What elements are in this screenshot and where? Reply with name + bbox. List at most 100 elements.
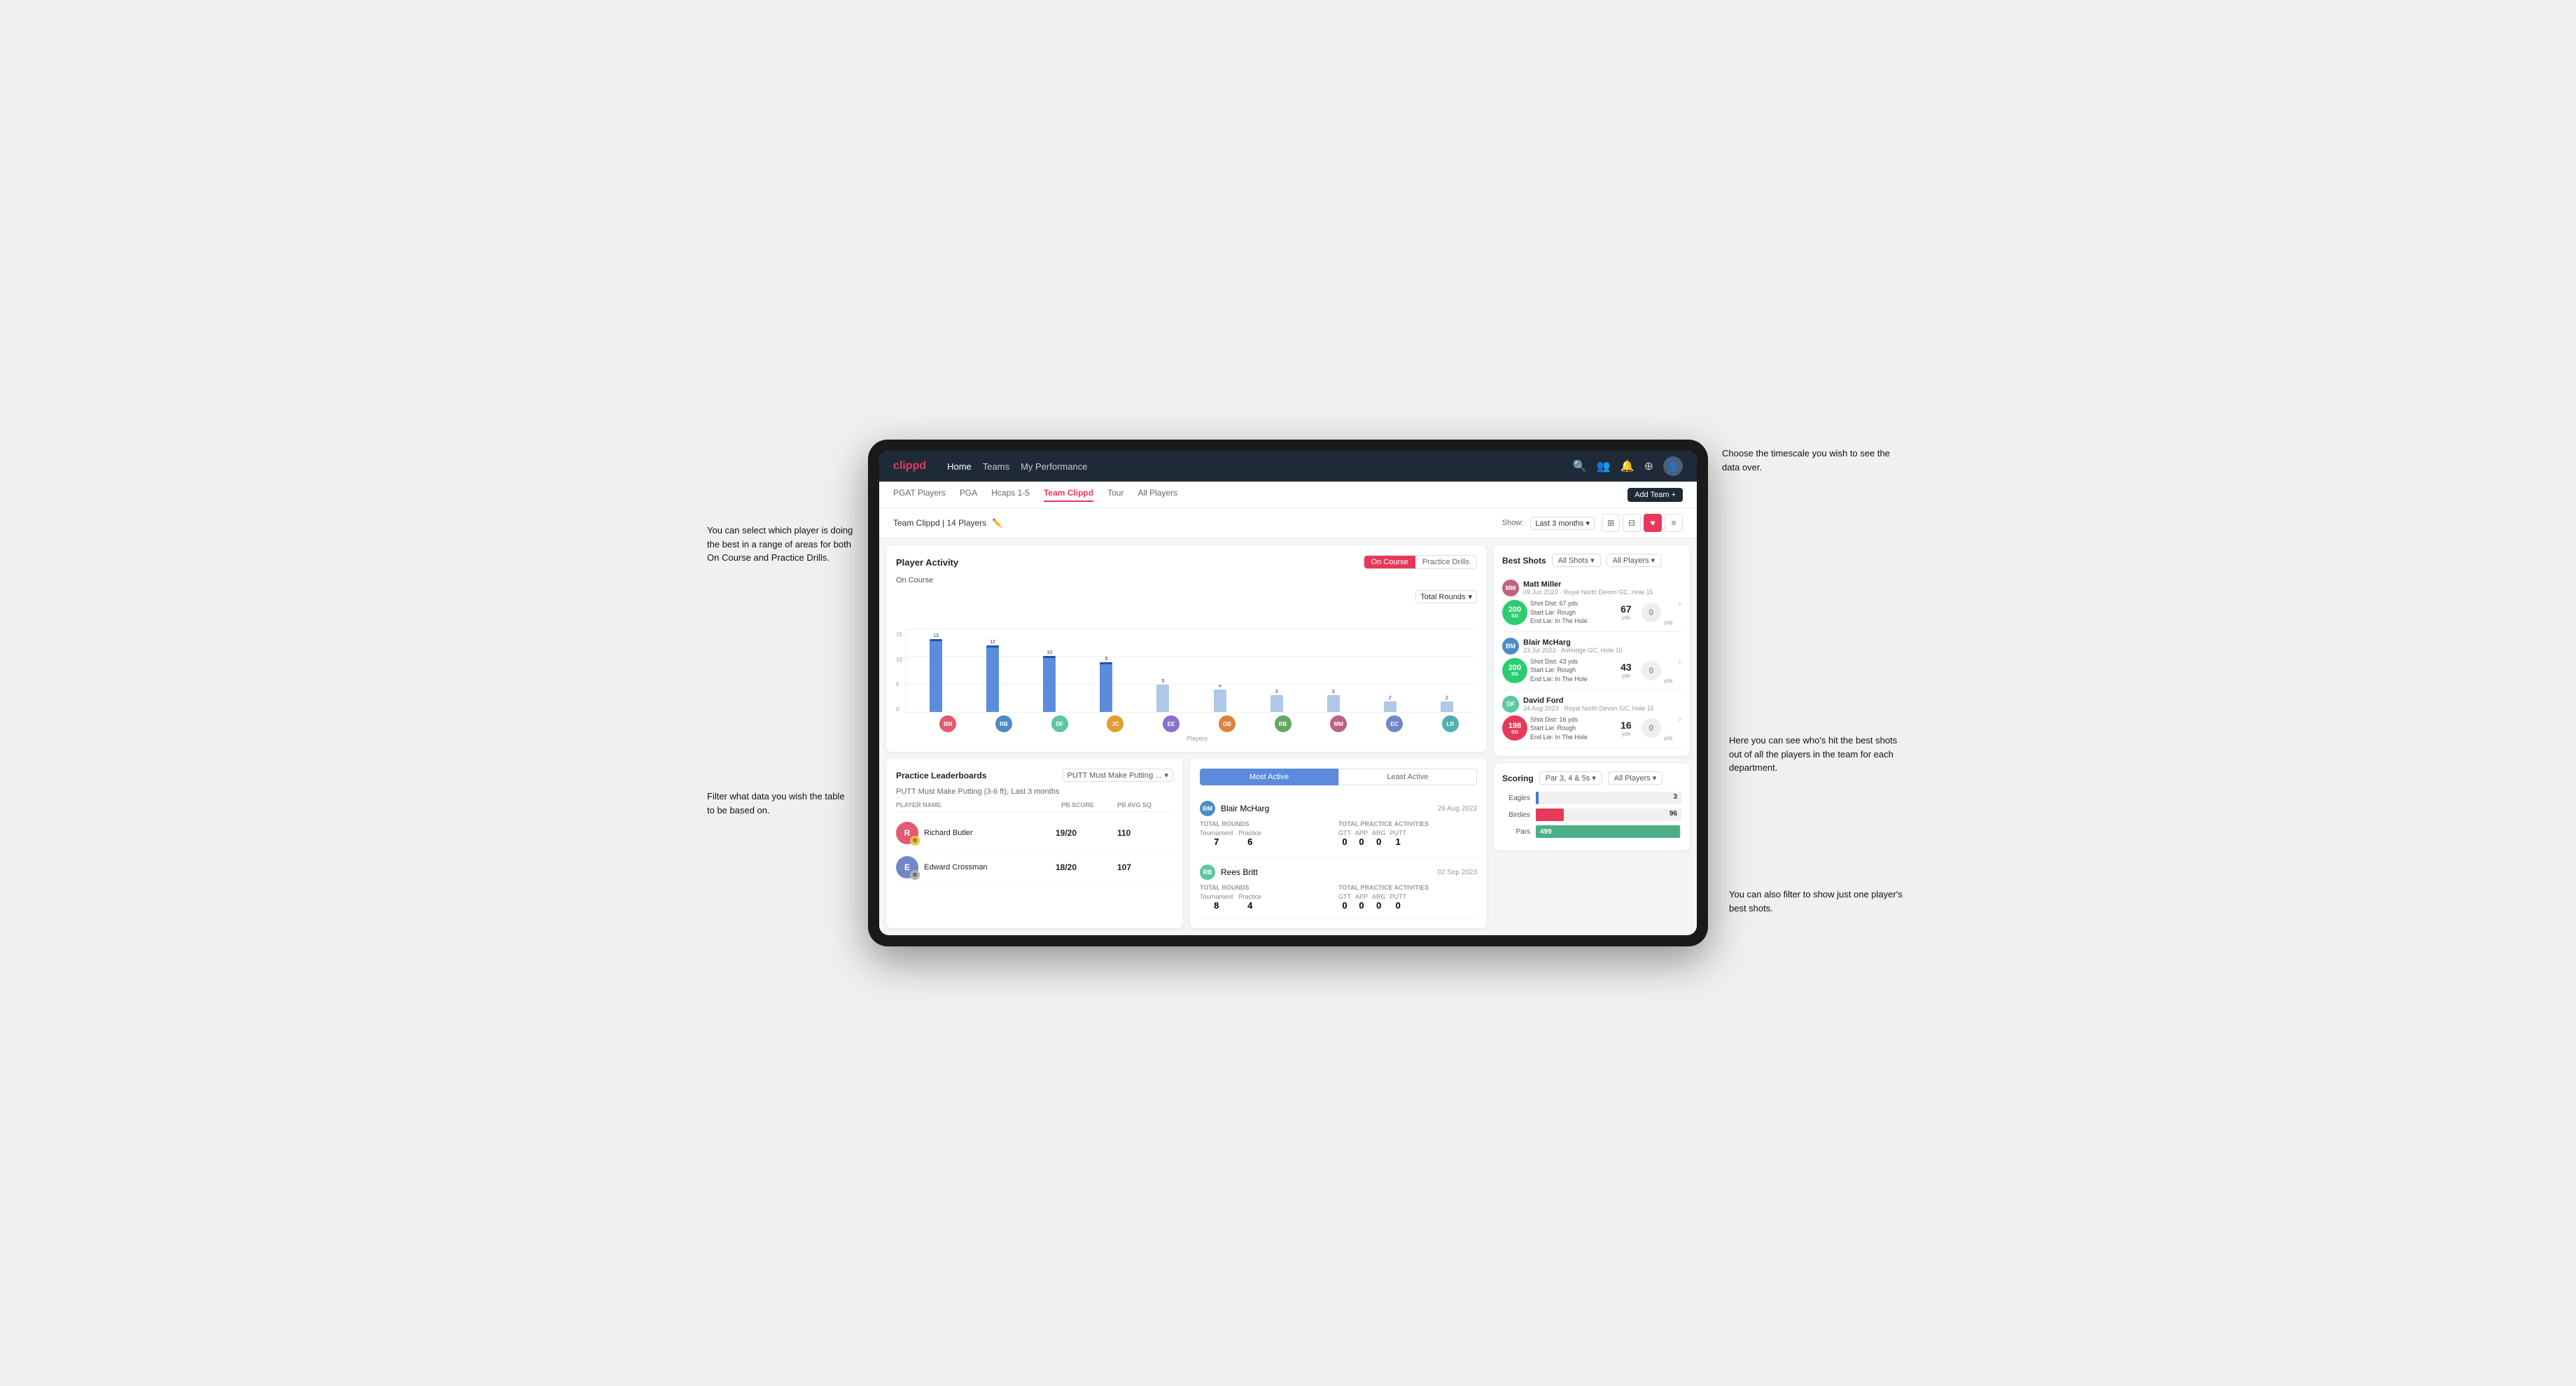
pai-header-2: RB Rees Britt 02 Sep 2023 — [1200, 864, 1477, 880]
chart-controls: Total Rounds ▾ — [896, 590, 1477, 603]
nav-link-performance[interactable]: My Performance — [1021, 458, 1087, 475]
table-row: E ② Edward Crossman 18/20 107 — [896, 850, 1173, 885]
detail-view-button[interactable]: ≡ — [1665, 514, 1683, 532]
pb-score-2: 18/20 — [1056, 862, 1112, 872]
arg-label-2: ARG — [1372, 893, 1386, 900]
pai-avatar-1: BM — [1200, 801, 1215, 816]
avatar-lrobertson: LR — [1442, 715, 1459, 732]
active-toggle-group: Most Active Least Active — [1200, 769, 1477, 785]
shot-player-name-2: Blair McHarg — [1523, 638, 1623, 647]
practice-label-2: Practice — [1239, 893, 1262, 900]
shot-player-header-3: DF David Ford 24 Aug 2023 · Royal North … — [1502, 696, 1672, 713]
shot-item-2: BM Blair McHarg 23 Jul 2023 · Ashridge G… — [1502, 632, 1681, 690]
bar-9 — [1384, 701, 1396, 712]
pai-avatar-2: RB — [1200, 864, 1215, 880]
tab-all-players[interactable]: All Players — [1138, 488, 1177, 502]
bar-value-1: 13 — [933, 634, 939, 638]
leaderboard-filter[interactable]: PUTT Must Make Putting ... ▾ — [1063, 769, 1173, 782]
shot-chevron-1[interactable]: › — [1678, 597, 1681, 608]
scoring-bar-fill-pars: 499 — [1536, 825, 1680, 838]
tournament-val-1: 7 — [1214, 836, 1219, 847]
grid-view-button[interactable]: ⊞ — [1602, 514, 1620, 532]
tab-hcaps[interactable]: Hcaps 1-5 — [991, 488, 1030, 502]
rounds-1: Tournament 7 Practice 6 — [1200, 830, 1338, 847]
timescale-select[interactable]: Last 3 months ▾ — [1530, 517, 1595, 530]
col-pb-avg: PB Avg SQ — [1117, 802, 1173, 808]
app-val-2: 0 — [1359, 900, 1364, 911]
bar-group-8: 3 — [1306, 629, 1361, 712]
practice-leaderboards-card: Practice Leaderboards PUTT Must Make Put… — [886, 759, 1183, 928]
player-rank-avatar-2: E ② — [896, 856, 918, 878]
par-filter[interactable]: Par 3, 4 & 5s ▾ — [1539, 771, 1602, 785]
app-label-2: APP — [1355, 893, 1368, 900]
best-shots-card: Best Shots All Shots ▾ All Players ▾ — [1494, 545, 1690, 756]
shot-meta-1: 09 Jun 2023 · Royal North Devon GC, Hole… — [1523, 589, 1653, 596]
tab-bar: PGAT Players PGA Hcaps 1-5 Team Clippd T… — [879, 482, 1697, 508]
tab-tour[interactable]: Tour — [1107, 488, 1124, 502]
shot-stat-dist-2: 43 yds — [1614, 662, 1639, 679]
bell-icon[interactable]: 🔔 — [1620, 459, 1634, 473]
practice-acts-2: GTT 0 APP 0 ARG — [1338, 893, 1477, 911]
tab-bar-right: Add Team + — [1628, 488, 1683, 502]
nav-link-teams[interactable]: Teams — [983, 458, 1009, 475]
scoring-players-filter[interactable]: All Players ▾ — [1608, 771, 1663, 785]
scoring-bar-fill-birdies — [1536, 808, 1564, 821]
chart-dropdown[interactable]: Total Rounds ▾ — [1415, 590, 1477, 603]
most-active-button[interactable]: Most Active — [1200, 769, 1338, 785]
bar-7 — [1270, 695, 1283, 712]
scoring-title: Scoring — [1502, 774, 1534, 783]
on-course-toggle[interactable]: On Course — [1364, 556, 1415, 568]
sg-value-1: 200 — [1508, 606, 1521, 614]
bar-value-2: 12 — [990, 640, 995, 645]
shot-details-3: 198 SG Shot Dist: 16 yds Start Lie: Roug… — [1502, 715, 1672, 742]
tournament-val-2: 8 — [1214, 900, 1219, 911]
practice-drills-toggle[interactable]: Practice Drills — [1415, 556, 1476, 568]
pai-player-name-2: Rees Britt — [1221, 867, 1258, 877]
edit-icon[interactable]: ✏️ — [992, 518, 1002, 528]
bar-group-6: 4 — [1192, 629, 1247, 712]
arg-val-1: 0 — [1376, 836, 1381, 847]
all-players-filter[interactable]: All Players ▾ — [1606, 554, 1662, 567]
heart-view-button[interactable]: ♥ — [1644, 514, 1662, 532]
sg-value-2: 200 — [1508, 664, 1521, 672]
add-team-button[interactable]: Add Team + — [1628, 488, 1683, 502]
bar-group-1: 13 — [909, 629, 963, 712]
scoring-bar-eagles: Eagles 3 — [1502, 792, 1681, 804]
bar-10 — [1441, 701, 1453, 712]
annotation-top-left: You can select which player is doing the… — [707, 524, 854, 565]
most-active-card: Most Active Least Active BM Blair McHarg — [1190, 759, 1487, 928]
least-active-button[interactable]: Least Active — [1338, 769, 1477, 785]
tab-team-clippd[interactable]: Team Clippd — [1044, 488, 1093, 502]
rank-badge-1: ① — [910, 836, 920, 846]
bottom-section: Practice Leaderboards PUTT Must Make Put… — [886, 759, 1487, 928]
shot-chevron-2[interactable]: › — [1678, 655, 1681, 666]
bar-value-7: 3 — [1275, 690, 1278, 694]
player-name-area-1: Richard Butler — [924, 829, 1050, 837]
pai-stats-row-1: Tournament 7 Practice 6 — [1200, 830, 1477, 847]
bar-8 — [1327, 695, 1340, 712]
shot-stat-dist-1: 67 yds — [1614, 603, 1639, 621]
avatar[interactable]: 👤 — [1663, 456, 1683, 476]
nav-right: 🔍 👥 🔔 ⊕ 👤 — [1573, 456, 1683, 476]
search-icon[interactable]: 🔍 — [1573, 459, 1587, 473]
player-activity-header: Player Activity On Course Practice Drill… — [896, 555, 1477, 569]
putt-label-1: PUTT — [1390, 830, 1407, 836]
users-icon[interactable]: 👥 — [1597, 459, 1611, 473]
nav-bar: clippd Home Teams My Performance 🔍 👥 🔔 ⊕… — [879, 451, 1697, 482]
scoring-bar-pars: Pars 499 — [1502, 825, 1681, 838]
zero-val-3: 0 — [1649, 723, 1654, 733]
shot-chevron-3[interactable]: › — [1678, 713, 1681, 724]
x-axis-label: Players — [896, 735, 1477, 742]
arg-label-1: ARG — [1372, 830, 1386, 836]
bar-4 — [1100, 662, 1112, 712]
nav-link-home[interactable]: Home — [947, 458, 972, 475]
pai-name-1: BM Blair McHarg — [1200, 801, 1269, 816]
tab-pga[interactable]: PGA — [960, 488, 977, 502]
tab-pgat-players[interactable]: PGAT Players — [893, 488, 946, 502]
player-rank-avatar-1: R ① — [896, 822, 918, 844]
list-view-button[interactable]: ⊟ — [1623, 514, 1641, 532]
plus-circle-icon[interactable]: ⊕ — [1644, 459, 1653, 473]
view-icons: ⊞ ⊟ ♥ ≡ — [1602, 514, 1683, 532]
all-shots-filter[interactable]: All Shots ▾ — [1552, 554, 1601, 567]
col-pb-score: PB Score — [1061, 802, 1117, 808]
